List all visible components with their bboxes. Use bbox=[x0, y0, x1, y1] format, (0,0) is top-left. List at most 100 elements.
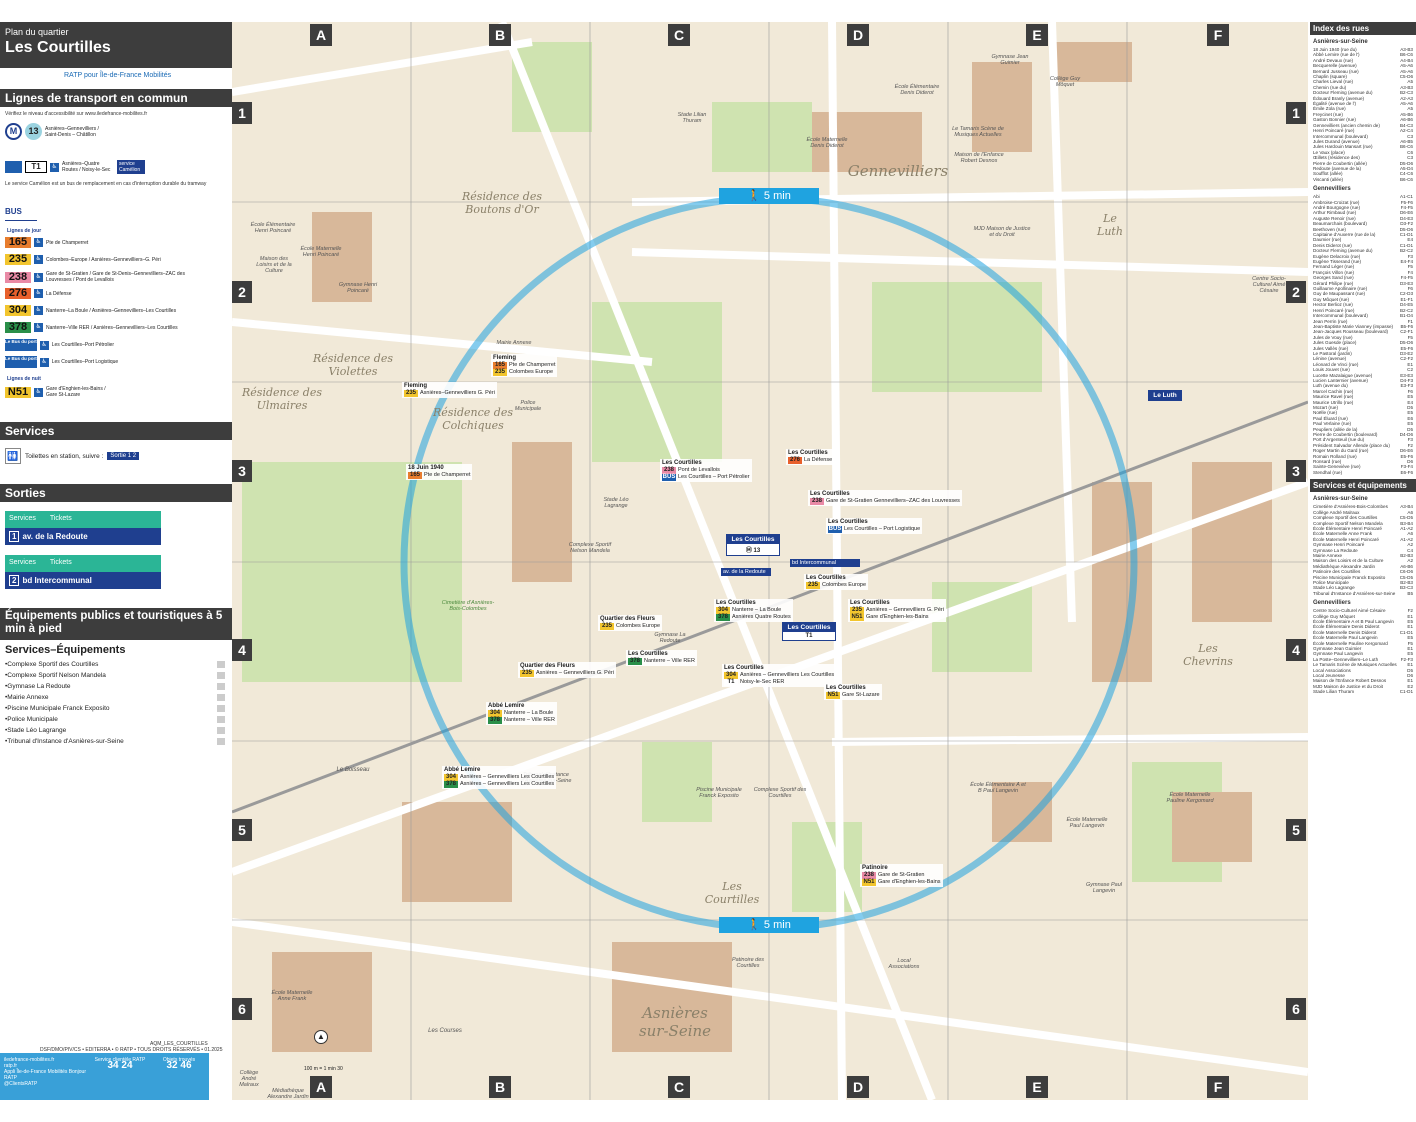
bus-stop[interactable]: Patinoire 238 Gare de St-Gratien N51 Gare d'… bbox=[860, 864, 943, 887]
equip-item[interactable]: •Mairie Annexe bbox=[5, 692, 225, 703]
building-icon bbox=[217, 694, 225, 701]
accessibility-icon: ♿ bbox=[34, 255, 43, 264]
bus-stop[interactable]: Les Courtilles N51 Gare St-Lazare bbox=[824, 684, 882, 700]
bus-stop-line-badge: 304 bbox=[444, 774, 458, 781]
poi-stade-lagrange[interactable]: Stade Léo Lagrange bbox=[596, 497, 636, 509]
bus-stop[interactable]: Les Courtilles 238 Gare de St-Gratien Genn… bbox=[808, 490, 962, 506]
exit-1-map-label[interactable]: av. de la Redoute bbox=[721, 568, 771, 576]
bus-stop-line-badge: 165 bbox=[408, 472, 422, 479]
bus-line-row: 276 ♿ La Défense bbox=[5, 288, 196, 299]
poi-maison-enfance[interactable]: Maison de l'Enfance Robert Desnos bbox=[954, 152, 1004, 164]
poi-gymnase-guimier[interactable]: Gymnase Jean Guimier bbox=[990, 54, 1030, 66]
bus-stop[interactable]: Les Courtilles 235 Asnières – Gennevillier… bbox=[848, 599, 946, 622]
poi-mjd[interactable]: MJD Maison de Justice et du Droit bbox=[972, 226, 1032, 238]
bus-stop[interactable]: Fleming 235 Asnières–Gennevilliers G. Péri bbox=[402, 382, 497, 398]
bus-stop-name: Quartier des Fleurs bbox=[600, 616, 656, 622]
metro-station-box[interactable]: Les Courtilles Ⓜ 13 bbox=[726, 534, 780, 556]
equip-item[interactable]: •Stade Léo Lagrange bbox=[5, 725, 225, 736]
client-service-number[interactable]: 34 24 bbox=[92, 1061, 148, 1071]
exit-services-label: Services bbox=[9, 559, 36, 566]
poi-complexe-mandela[interactable]: Complexe Sportif Nelson Mandela bbox=[562, 542, 618, 554]
poi-maternelle-langevin[interactable]: École Maternelle Paul Langevin bbox=[1062, 817, 1112, 829]
poi-ecole-diderot[interactable]: École Élémentaire Denis Diderot bbox=[892, 84, 942, 96]
poi-maternelle-frank[interactable]: École Maternelle Anne Frank bbox=[270, 990, 314, 1002]
bus-stop[interactable]: Les Courtilles BUS Les Courtilles – Port L… bbox=[826, 518, 923, 534]
bus-stop[interactable]: Quartier des Fleurs 235 Colombes Europe bbox=[598, 615, 663, 631]
index-entry[interactable]: Tribunal d'Instance d'Asnières-sur-Seine… bbox=[1313, 591, 1413, 596]
grid-row-label: 3 bbox=[1286, 460, 1306, 482]
bus-stop-line-dest: Gare d'Enghien-les-Bains bbox=[866, 614, 929, 620]
grid-row-label: 1 bbox=[1286, 102, 1306, 124]
bus-stop[interactable]: Les Courtilles 378 Nanterre – Ville RER bbox=[626, 650, 697, 666]
cemetery-area bbox=[242, 462, 462, 682]
bus-stop-line-dest: Les Courtilles – Port Pétrolier bbox=[678, 474, 750, 480]
poi-mlc[interactable]: Maison des Loisirs et de la Culture bbox=[252, 256, 296, 274]
bus-stop[interactable]: 18 Juin 1940 165 Pte de Champerret bbox=[406, 464, 473, 480]
accessibility-icon: ♿ bbox=[34, 238, 43, 247]
poi-college-malraux[interactable]: Collège André Malraux bbox=[234, 1070, 264, 1088]
equip-item[interactable]: •Complexe Sportif Nelson Mandela bbox=[5, 670, 225, 681]
metro-line-row: M 13 Asnières–Gennevilliers / Saint-Deni… bbox=[5, 123, 105, 140]
poi-maternelle-kergomard[interactable]: École Maternelle Pauline Kergomard bbox=[1162, 792, 1218, 804]
poi-gymnase-redoute[interactable]: Gymnase La Redoute bbox=[650, 632, 690, 644]
bus-line-badge: 165 bbox=[5, 237, 31, 248]
equip-item[interactable]: •Piscine Municipale Franck Exposito bbox=[5, 703, 225, 714]
tram-line-desc: Asnières–Quatre Routes / Noisy-le-Sec bbox=[62, 161, 111, 173]
bus-line-desc: Gare de St-Gratien / Gare de St-Denis–Ge… bbox=[46, 271, 185, 283]
bus-stop[interactable]: Fleming 165 Pte de Champerret 235 Colombes E… bbox=[491, 354, 558, 377]
poi-tamaris[interactable]: Le Tamaris Scène de Musiques Actuelles bbox=[948, 126, 1008, 138]
park-area bbox=[642, 742, 712, 822]
poi-maternelle-diderot[interactable]: École Maternelle Denis Diderot bbox=[802, 137, 852, 149]
bus-line-desc: Les Courtilles–Port Logistique bbox=[51, 359, 119, 365]
poi-college-moquet[interactable]: Collège Guy Môquet bbox=[1040, 76, 1090, 88]
twitter-link[interactable]: @ClientsRATP bbox=[4, 1081, 86, 1087]
index-entry[interactable]: Viscanti (allée) B6-C6 bbox=[1313, 177, 1413, 182]
equip-item[interactable]: •Complexe Sportif des Courtilles bbox=[5, 659, 225, 670]
equip-item[interactable]: •Gymnase La Redoute bbox=[5, 681, 225, 692]
poi-mairie-annexe[interactable]: Mairie Annexe bbox=[494, 340, 534, 346]
road-a86 bbox=[232, 38, 533, 96]
neighborhood-map[interactable]: AABBCCDDEEFF 112233445566 🚶 5 min 🚶 5 mi… bbox=[232, 22, 1308, 1100]
bus-stop[interactable]: Abbé Lemire 304 Asnières – Gennevilliers L… bbox=[442, 766, 557, 789]
index-entry-name: Stade Lilian Thuram bbox=[1313, 689, 1355, 695]
bus-stop[interactable]: Quartier des Fleurs 235 Asnières – Gennevi… bbox=[518, 662, 616, 678]
poi-local-associations[interactable]: Local Associations bbox=[882, 958, 926, 970]
walk-5min-label-bottom: 🚶 5 min bbox=[719, 917, 819, 933]
walk-5min-label-top: 🚶 5 min bbox=[719, 188, 819, 204]
luth-station-box[interactable]: Le Luth bbox=[1148, 390, 1182, 401]
poi-maternelle-poincare[interactable]: École Maternelle Henri Poincaré bbox=[296, 246, 346, 258]
bus-stop[interactable]: Les Courtilles 276 La Défense bbox=[786, 449, 835, 465]
poi-centre-cesaire[interactable]: Centre Socio-Culturel Aimé Césaire bbox=[1244, 276, 1294, 294]
bus-stop[interactable]: Les Courtilles 304 Nanterre – La Boule 378 A… bbox=[714, 599, 793, 622]
bus-stop[interactable]: Les Courtilles 235 Colombes Europe bbox=[804, 574, 869, 590]
bus-line-row: Le Bus du port ♿ Les Courtilles–Port Logis… bbox=[5, 356, 202, 368]
lost-found-number[interactable]: 32 46 bbox=[152, 1061, 206, 1071]
bus-stop-line-dest: Asnières – Gennevilliers Les Courtilles bbox=[740, 672, 835, 678]
bus-stop[interactable]: Les Courtilles 238 Pont de Levallois BUS Les… bbox=[660, 459, 752, 482]
bus-stop[interactable]: Abbé Lemire 304 Nanterre – La Boule 378 Nant… bbox=[486, 702, 557, 725]
poi-mediatheque[interactable]: Médiathèque Alexandre Jardin bbox=[266, 1088, 310, 1100]
poi-gymnase-poincare[interactable]: Gymnase Henri Poincaré bbox=[338, 282, 378, 294]
poi-ecole-langevin[interactable]: École Élémentaire A et B Paul Langevin bbox=[970, 782, 1026, 794]
services-list-gennevilliers: Centre Socio-Culturel Aimé Césaire F2 Coll… bbox=[1313, 608, 1413, 695]
index-entry[interactable]: Stade Lilian Thuram C1-D1 bbox=[1313, 689, 1413, 694]
exit-2-map-label[interactable]: bd Intercommunal bbox=[790, 559, 860, 567]
poi-complexe-courtilles[interactable]: Complexe Sportif des Courtilles bbox=[750, 787, 810, 799]
tram-station-box[interactable]: Les Courtilles T1 bbox=[782, 622, 836, 641]
exit-1[interactable]: Services Tickets 1 av. de la Redoute bbox=[5, 511, 161, 549]
index-entry[interactable]: Stendhal (rue) E6-F6 bbox=[1313, 470, 1413, 475]
bus-stop-line-dest: Nanterre – Ville RER bbox=[644, 658, 695, 664]
equip-item[interactable]: •Tribunal d'Instance d'Asnières-sur-Sein… bbox=[5, 736, 225, 747]
bus-stop[interactable]: Les Courtilles 304 Asnières – Gennevillier… bbox=[722, 664, 837, 687]
client-service: Service clientèle RATP 34 24 bbox=[92, 1057, 148, 1071]
equip-item[interactable]: •Police Municipale bbox=[5, 714, 225, 725]
poi-police-municipale[interactable]: Police Municipale bbox=[508, 400, 548, 412]
road-avenue-luth bbox=[1048, 22, 1076, 623]
bus-line-desc: Colombes–Europe / Asnières–Gennevilliers… bbox=[46, 256, 161, 263]
poi-piscine[interactable]: Piscine Municipale Franck Exposito bbox=[694, 787, 744, 799]
poi-stade-thuram[interactable]: Stade Lilian Thuram bbox=[672, 112, 712, 124]
poi-ecole-poincare[interactable]: École Élémentaire Henri Poincaré bbox=[248, 222, 298, 234]
poi-gymnase-langevin[interactable]: Gymnase Paul Langevin bbox=[1082, 882, 1126, 894]
poi-patinoire[interactable]: Patinoire des Courtilles bbox=[726, 957, 770, 969]
exit-2[interactable]: Services Tickets 2 bd Intercommunal bbox=[5, 555, 161, 593]
